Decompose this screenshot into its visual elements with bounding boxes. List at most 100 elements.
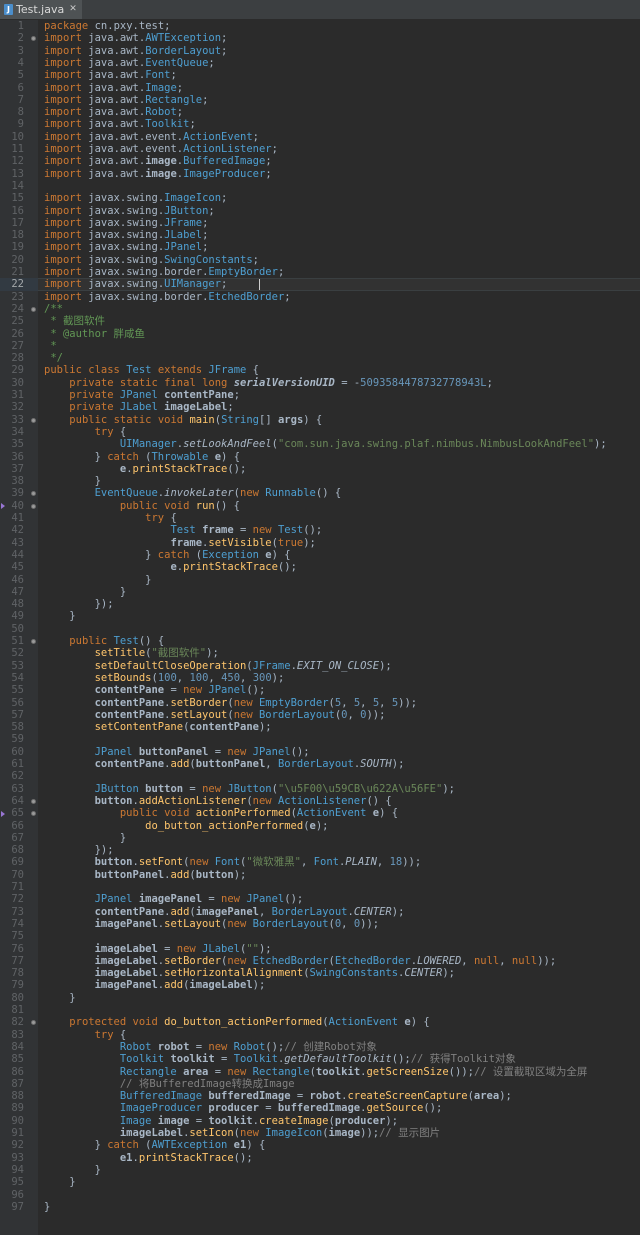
code-line[interactable]: } (44, 832, 126, 844)
code-line[interactable]: BufferedImage bufferedImage = robot.crea… (44, 1090, 512, 1102)
code-line[interactable]: import javax.swing.border.EmptyBorder; (44, 266, 284, 278)
code-line[interactable]: contentPane.setLayout(new BorderLayout(0… (44, 709, 386, 721)
code-line[interactable]: import java.awt.Toolkit; (44, 118, 196, 130)
code-line[interactable]: setBounds(100, 100, 450, 300); (44, 672, 285, 684)
code-line[interactable]: import java.awt.EventQueue; (44, 57, 215, 69)
editor-gutter[interactable]: 1 2 3 4 5 6 7 8 9 10 11 12 13 14 15 16 17 18 19 20 21 22 23 24 2… (0, 20, 38, 1235)
code-editor[interactable]: 1 2 3 4 5 6 7 8 9 10 11 12 13 14 15 16 17 18 19 20 21 22 23 24 2… (0, 20, 640, 1235)
code-line[interactable]: try { (44, 512, 177, 524)
code-line[interactable]: public static void main(String[] args) { (44, 414, 322, 426)
code-line[interactable]: JPanel buttonPanel = new JPanel(); (44, 746, 310, 758)
code-line[interactable]: imageLabel.setHorizontalAlignment(SwingC… (44, 967, 455, 979)
code-line[interactable]: } (44, 475, 101, 487)
code-line[interactable]: setTitle("截图软件"); (44, 647, 219, 659)
code-line[interactable]: import java.awt.image.BufferedImage; (44, 155, 272, 167)
code-line[interactable]: imageLabel = new JLabel(""); (44, 943, 272, 955)
code-line[interactable]: import javax.swing.JPanel; (44, 241, 208, 253)
code-line[interactable]: */ (44, 352, 63, 364)
code-line[interactable]: contentPane = new JPanel(); (44, 684, 266, 696)
code-line[interactable]: e1.printStackTrace(); (44, 1152, 253, 1164)
code-line[interactable]: * (44, 340, 56, 352)
gutter-bookmark-icon[interactable] (31, 306, 36, 312)
code-line[interactable]: button.setFont(new Font("微软雅黑", Font.PLA… (44, 856, 422, 868)
code-line[interactable]: Toolkit toolkit = Toolkit.getDefaultTool… (44, 1053, 516, 1065)
code-line[interactable]: } catch (Exception e) { (44, 549, 290, 561)
code-line[interactable]: public void run() { (44, 500, 240, 512)
code-line[interactable]: } (44, 1201, 50, 1213)
code-line[interactable]: ImageProducer producer = bufferedImage.g… (44, 1102, 442, 1114)
code-line[interactable]: contentPane.setBorder(new EmptyBorder(5,… (44, 697, 418, 709)
code-line[interactable]: import java.awt.event.ActionListener; (44, 143, 278, 155)
code-line[interactable]: private static final long serialVersionU… (44, 377, 493, 389)
code-line[interactable]: public class Test extends JFrame { (44, 364, 259, 376)
code-line[interactable]: } (44, 992, 75, 1004)
code-line[interactable]: }); (44, 598, 114, 610)
code-line[interactable]: EventQueue.invokeLater(new Runnable() { (44, 487, 342, 499)
code-line[interactable]: } (44, 586, 126, 598)
gutter-bookmark-icon[interactable] (31, 417, 36, 423)
code-line[interactable]: package cn.pxy.test; (44, 20, 171, 32)
code-line[interactable]: } (44, 574, 151, 586)
code-line[interactable]: private JPanel contentPane; (44, 389, 240, 401)
code-line[interactable]: import java.awt.Image; (44, 82, 183, 94)
code-line[interactable]: UIManager.setLookAndFeel("com.sun.java.s… (44, 438, 607, 450)
gutter-bookmark-icon[interactable] (31, 639, 36, 644)
code-line[interactable]: contentPane.add(buttonPanel, BorderLayou… (44, 758, 405, 770)
gutter-bookmark-icon[interactable] (31, 36, 36, 42)
code-line[interactable]: import java.awt.event.ActionEvent; (44, 131, 259, 143)
code-line[interactable]: buttonPanel.add(button); (44, 869, 247, 881)
code-content-area[interactable]: package cn.pxy.test; import java.awt.AWTE… (38, 20, 640, 1235)
code-line[interactable]: e.printStackTrace(); (44, 561, 296, 573)
code-line[interactable]: import java.awt.Robot; (44, 106, 183, 118)
code-line[interactable]: * 截图软件 (44, 315, 105, 327)
code-line[interactable]: /** (44, 303, 63, 315)
gutter-bookmark-icon[interactable] (31, 503, 36, 509)
gutter-bookmark-icon[interactable] (31, 798, 36, 804)
code-line[interactable]: try { (44, 426, 127, 438)
code-line[interactable]: // 将BufferedImage转换成Image (44, 1078, 295, 1090)
code-line[interactable]: import javax.swing.ImageIcon; (44, 192, 227, 204)
code-line[interactable]: imageLabel.setBorder(new EtchedBorder(Et… (44, 955, 557, 967)
code-line[interactable]: protected void do_button_actionPerformed… (44, 1016, 429, 1028)
code-line[interactable]: import java.awt.BorderLayout; (44, 45, 227, 57)
code-line[interactable]: JButton button = new JButton("\u5F00\u59… (44, 783, 455, 795)
code-line[interactable]: } (44, 1164, 101, 1176)
code-line[interactable]: imagePanel.add(imageLabel); (44, 979, 266, 991)
gutter-bookmark-icon[interactable] (31, 1020, 36, 1026)
code-line[interactable]: JPanel imagePanel = new JPanel(); (44, 893, 304, 905)
code-line[interactable]: try { (44, 1029, 127, 1041)
code-line[interactable]: import javax.swing.JFrame; (44, 217, 208, 229)
code-line[interactable]: import javax.swing.SwingConstants; (44, 254, 259, 266)
code-line[interactable]: setDefaultCloseOperation(JFrame.EXIT_ON_… (44, 660, 392, 672)
code-line[interactable]: import javax.swing.border.EtchedBorder; (44, 291, 291, 303)
close-icon[interactable]: ✕ (69, 0, 77, 19)
code-line[interactable]: imagePanel.setLayout(new BorderLayout(0,… (44, 918, 380, 930)
code-line[interactable]: public Test() { (44, 635, 164, 647)
override-method-icon[interactable] (1, 810, 5, 817)
editor-tab-test-java[interactable]: J Test.java ✕ (0, 0, 82, 19)
code-line[interactable]: import java.awt.Rectangle; (44, 94, 208, 106)
code-line[interactable]: } (44, 610, 75, 622)
code-line[interactable]: } catch (AWTException e1) { (44, 1139, 266, 1151)
override-method-icon[interactable] (1, 503, 5, 510)
code-line[interactable]: * @author 胖咸鱼 (44, 328, 145, 340)
code-line[interactable]: public void actionPerformed(ActionEvent … (44, 807, 398, 819)
code-line[interactable]: setContentPane(contentPane); (44, 721, 272, 733)
code-line[interactable]: import java.awt.image.ImageProducer; (44, 168, 272, 180)
code-line[interactable]: button.addActionListener(new ActionListe… (44, 795, 392, 807)
code-line[interactable]: contentPane.add(imagePanel, BorderLayout… (44, 906, 405, 918)
code-line[interactable]: private JLabel imageLabel; (44, 401, 233, 413)
code-line[interactable]: frame.setVisible(true); (44, 537, 315, 549)
code-line[interactable]: Robot robot = new Robot();// 创建Robot对象 (44, 1041, 377, 1053)
code-line[interactable]: import javax.swing.JButton; (44, 205, 215, 217)
code-line[interactable]: import javax.swing.JLabel; (44, 229, 208, 241)
code-line[interactable]: e.printStackTrace(); (44, 463, 246, 475)
gutter-bookmark-icon[interactable] (31, 811, 36, 817)
code-line[interactable]: import javax.swing.UIManager; (44, 278, 227, 290)
code-line[interactable]: do_button_actionPerformed(e); (44, 820, 328, 832)
code-line[interactable]: imageLabel.setIcon(new ImageIcon(image))… (44, 1127, 440, 1139)
code-line[interactable]: import java.awt.AWTException; (44, 32, 227, 44)
code-line[interactable]: } (44, 1176, 75, 1188)
gutter-bookmark-icon[interactable] (31, 491, 36, 497)
code-line[interactable]: }); (44, 844, 114, 856)
